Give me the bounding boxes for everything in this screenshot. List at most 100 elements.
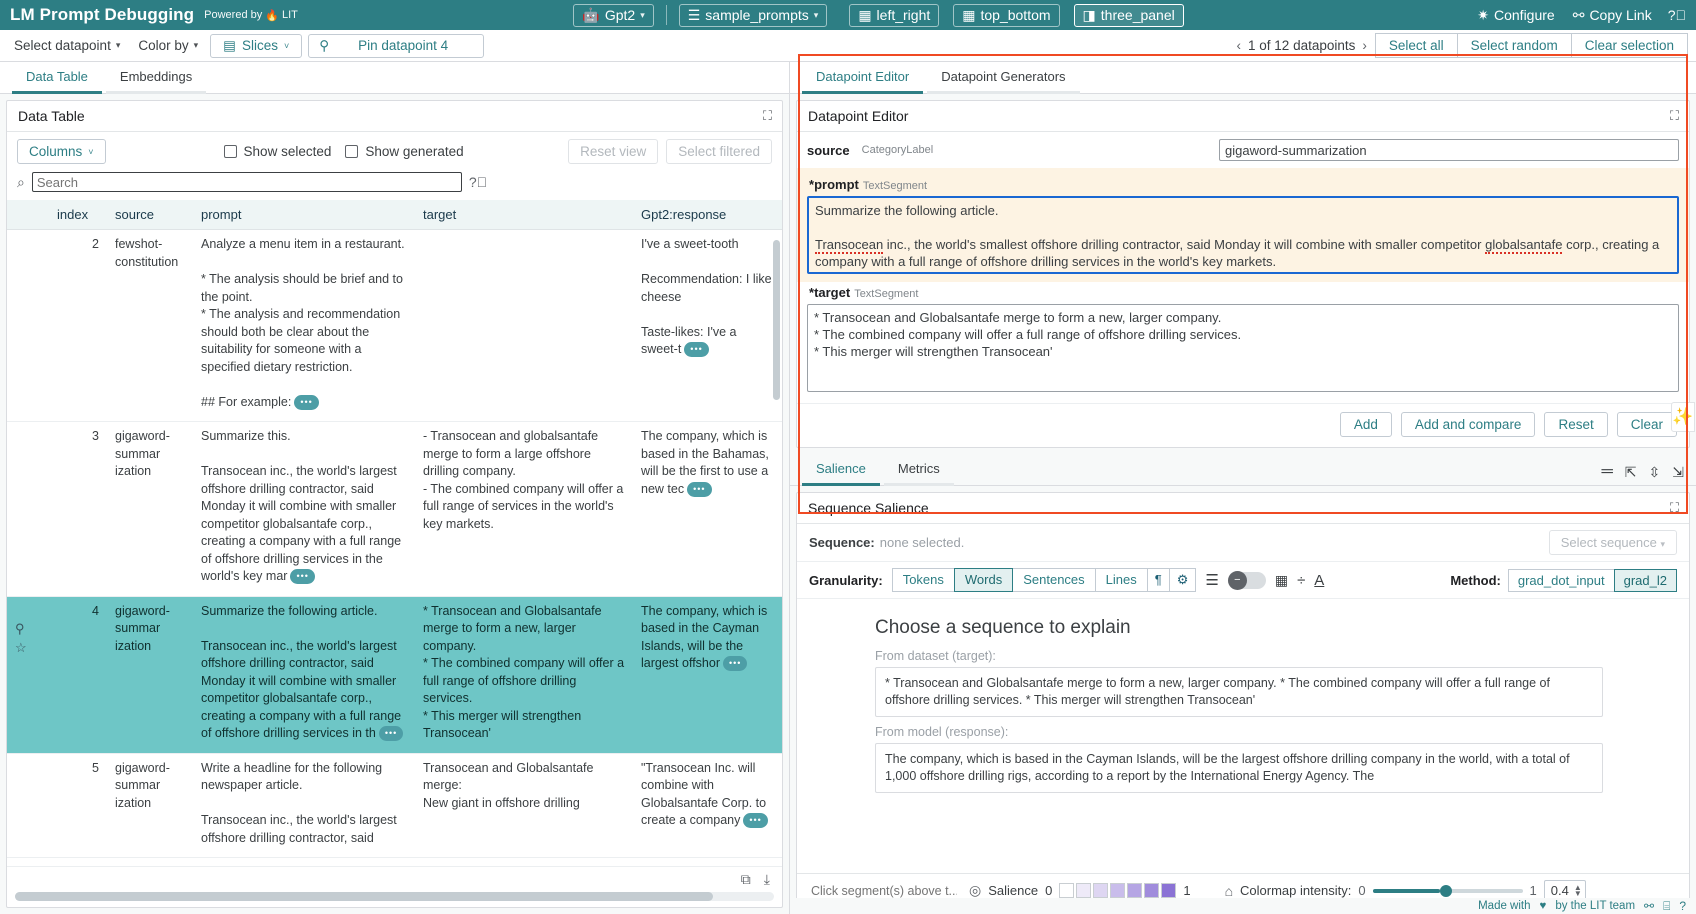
colormap-swatches — [1059, 883, 1176, 898]
layout-left-right[interactable]: ▦ left_right — [849, 4, 939, 27]
granularity-lines[interactable]: Lines — [1095, 568, 1148, 592]
divide-icon[interactable]: ÷ — [1297, 572, 1305, 589]
reset-button[interactable]: Reset — [1544, 412, 1607, 437]
granularity-words[interactable]: Words — [954, 568, 1013, 592]
target-field-head: *target TextSegment — [807, 282, 1679, 304]
clear-button[interactable]: Clear — [1617, 412, 1677, 437]
copy-icon[interactable]: ⧉ — [741, 871, 751, 888]
source-input[interactable] — [1219, 139, 1679, 161]
tab-metrics[interactable]: Metrics — [884, 455, 954, 486]
select-datapoint-dropdown[interactable]: Select datapoint ▾ — [8, 35, 126, 56]
more-indicator[interactable]: ••• — [379, 726, 403, 741]
help-circle-icon[interactable]: ?⃝ — [469, 174, 487, 190]
prompt-field-type: TextSegment — [863, 180, 927, 192]
show-selected-checkbox[interactable]: Show selected — [224, 144, 332, 159]
scrollbar-thumb[interactable] — [15, 892, 713, 901]
equals-icon[interactable]: ═ — [1601, 463, 1612, 481]
configure-button[interactable]: ✷ Configure — [1477, 7, 1554, 24]
horizontal-scrollbar[interactable] — [15, 892, 774, 901]
tab-salience[interactable]: Salience — [802, 455, 880, 486]
from-dataset-value[interactable]: * Transocean and Globalsantafe merge to … — [875, 667, 1603, 717]
source-field-row: source CategoryLabel — [797, 132, 1689, 168]
download-icon[interactable]: ⤓ — [764, 871, 770, 888]
next-datapoint-arrow[interactable]: › — [1362, 38, 1367, 53]
layout-top-bottom[interactable]: ▦ top_bottom — [953, 4, 1059, 27]
expand-icon[interactable]: ⛶ — [763, 108, 771, 124]
slices-button[interactable]: ▤ Slices ˅ — [210, 34, 302, 58]
add-button[interactable]: Add — [1340, 412, 1392, 437]
method-grad-l2[interactable]: grad_l2 — [1614, 569, 1677, 592]
method-grad-dot-input[interactable]: grad_dot_input — [1508, 569, 1615, 592]
target-textarea[interactable] — [807, 304, 1679, 392]
swatch — [1093, 883, 1108, 898]
stepper-arrows[interactable]: ▲▼ — [1574, 885, 1582, 897]
color-by-dropdown[interactable]: Color by ▾ — [132, 35, 204, 56]
copy-link-button[interactable]: ⚯ Copy Link — [1573, 7, 1652, 24]
help-circle-icon[interactable]: ?⃝ — [1668, 7, 1686, 23]
split-icon[interactable]: ⇳ — [1649, 464, 1661, 481]
th-target[interactable]: target — [415, 200, 633, 230]
select-all-button[interactable]: Select all — [1375, 33, 1458, 58]
expand-icon[interactable]: ⛶ — [1670, 108, 1678, 124]
more-indicator[interactable]: ••• — [687, 482, 711, 497]
from-model-value[interactable]: The company, which is based in the Cayma… — [875, 743, 1603, 793]
pilcrow-icon[interactable]: ¶ — [1147, 568, 1170, 592]
table-row-selected[interactable]: ⚲ ☆ 4 gigaword- summar ization Summarize… — [7, 596, 782, 753]
th-source[interactable]: source — [107, 200, 193, 230]
data-table-scroll-area[interactable]: index source prompt target Gpt2:response… — [7, 200, 782, 866]
layout-three-panel[interactable]: ◨ three_panel — [1074, 4, 1184, 27]
granularity-sentences[interactable]: Sentences — [1012, 568, 1095, 592]
model-selector[interactable]: 🤖 Gpt2 ▾ — [573, 4, 653, 27]
more-indicator[interactable]: ••• — [294, 395, 318, 410]
search-input[interactable] — [32, 172, 462, 192]
more-indicator[interactable]: ••• — [290, 569, 314, 584]
density-lines-icon[interactable]: ☰ — [1205, 571, 1218, 589]
add-and-compare-button[interactable]: Add and compare — [1401, 412, 1536, 437]
sparkle-icon[interactable]: ✨ — [1671, 402, 1695, 432]
th-response[interactable]: Gpt2:response — [633, 200, 782, 230]
more-indicator[interactable]: ••• — [743, 813, 767, 828]
columns-button[interactable]: Columns ˅ — [17, 139, 106, 164]
clear-selection-button[interactable]: Clear selection — [1571, 33, 1688, 58]
gear-icon[interactable]: ⚙ — [1169, 568, 1197, 592]
tab-datapoint-editor[interactable]: Datapoint Editor — [802, 63, 923, 94]
tab-datapoint-generators[interactable]: Datapoint Generators — [927, 63, 1079, 94]
granularity-tokens[interactable]: Tokens — [892, 568, 955, 592]
show-generated-label: Show generated — [365, 144, 463, 159]
expand-icon[interactable]: ⛶ — [1670, 500, 1678, 516]
pin-icon[interactable]: ⚲ — [15, 621, 25, 636]
th-prompt[interactable]: prompt — [193, 200, 415, 230]
tab-embeddings[interactable]: Embeddings — [106, 63, 206, 94]
select-random-button[interactable]: Select random — [1457, 33, 1572, 58]
tab-data-table[interactable]: Data Table — [12, 63, 102, 94]
select-sequence-dropdown[interactable]: Select sequence ▾ — [1549, 530, 1677, 555]
intensity-slider[interactable] — [1373, 889, 1523, 893]
prev-datapoint-arrow[interactable]: ‹ — [1237, 38, 1242, 53]
grid-icon[interactable]: ▦ — [1275, 572, 1288, 589]
help-icon[interactable]: ? — [1679, 899, 1686, 913]
cell-response: The company, which is based in the Baham… — [633, 422, 782, 597]
expand-top-icon[interactable]: ⇱ — [1625, 464, 1637, 481]
table-row[interactable]: 2 fewshot- constitution Analyze a menu i… — [7, 230, 782, 422]
more-indicator[interactable]: ••• — [723, 656, 747, 671]
table-row[interactable]: 3 gigaword- summar ization Summarize thi… — [7, 422, 782, 597]
star-icon[interactable]: ☆ — [15, 640, 27, 655]
vertical-scrollbar[interactable] — [773, 240, 780, 400]
font-size-icon[interactable]: A — [1314, 572, 1324, 589]
select-filtered-button[interactable]: Select filtered — [666, 139, 772, 164]
expand-bottom-icon[interactable]: ⇲ — [1672, 464, 1684, 481]
prompt-textarea[interactable]: Summarize the following article. Transoc… — [807, 196, 1679, 274]
table-row[interactable]: 5 gigaword- summar ization Write a headl… — [7, 753, 782, 858]
th-index[interactable]: index — [49, 200, 107, 230]
toggle-switch[interactable]: − — [1228, 572, 1266, 589]
reset-view-button[interactable]: Reset view — [568, 139, 658, 164]
method-label: Method: — [1450, 573, 1501, 588]
more-indicator[interactable]: ••• — [684, 342, 708, 357]
github-icon[interactable]: ⌸ — [1663, 899, 1670, 914]
slider-knob[interactable] — [1440, 885, 1452, 897]
show-generated-checkbox[interactable]: Show generated — [345, 144, 463, 159]
pin-datapoint-button[interactable]: ⚲ Pin datapoint 4 — [308, 34, 484, 58]
link-icon[interactable]: ⚯ — [1644, 899, 1654, 913]
dataset-selector[interactable]: ☰ sample_prompts ▾ — [679, 4, 828, 27]
segment-hint-input[interactable] — [809, 883, 959, 899]
